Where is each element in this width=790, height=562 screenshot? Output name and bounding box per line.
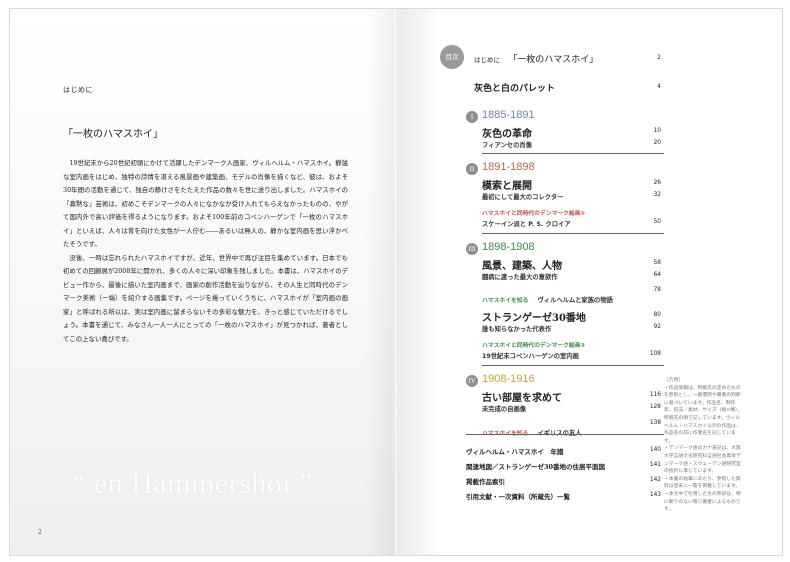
toc-badge: 目次 [440,45,464,69]
sub-4-2[interactable]: ハマスホイを知る イギリスの友人 [482,420,582,439]
section-rule [482,153,664,154]
sub-2-2[interactable]: ハマスホイと同時代のデンマーク絵画① [482,208,585,217]
note-heading: ［凡例］ [664,378,684,383]
page-number: 2 [38,529,42,536]
editorial-notes: ［凡例］ ・作品情報は、所蔵先の定めたものを原則とし、一部慣例や著者の判断に基づ… [664,377,744,514]
sub-3-3-page: 92 [653,324,661,330]
toc-intro-page: 2 [657,55,661,61]
note-item: ・本文中で引用した文の邦訳は、特に断りのない限り著者によるものです。 [664,491,741,513]
back-item-4[interactable]: 引用文献・一次資料（所蔵先）一覧 [466,491,570,501]
era-3: 1898-1908 [482,241,535,253]
sub-3-3[interactable]: 誰も知らなかった代表作 [482,324,551,333]
chapter-3[interactable]: 風景、建築、人物 [482,257,562,272]
gutter-band [396,9,438,555]
era-2: 1891-1898 [482,161,535,173]
era-1: 1885-1891 [482,109,535,121]
back-item-3-page: 142 [649,477,661,483]
back-item-3[interactable]: 掲載作品索引 [466,476,505,486]
chapter-2-page: 26 [653,180,661,186]
chapter-1-page: 10 [653,128,661,134]
gutter-shadow [365,9,395,555]
sub-2-3[interactable]: スケーイン派と P. S. クロイア [482,219,571,228]
section-rule [482,365,664,366]
sub-2-1[interactable]: 最初にして最大のコレクター [482,192,563,201]
sub-3-1[interactable]: 闘病に渡った最大の意欲作 [482,272,558,281]
sub-2-1-page: 32 [653,192,661,198]
chapter-3b-page: 80 [653,312,661,318]
toc-intro-label: はじめに [474,56,500,64]
intro-body: 19世紀末から20世紀初頭にかけて活躍したデンマーク人画家、ヴィルヘルム・ハマス… [63,157,348,346]
note-item: ・作品情報は、所蔵先の定めたものを原則とし、一部慣例や著者の判断に基づいています… [664,385,743,444]
intro-paragraph-1: 19世紀末から20世紀初頭にかけて活躍したデンマーク人画家、ヴィルヘルム・ハマス… [63,159,348,248]
chapter-2[interactable]: 模索と展開 [482,177,532,192]
note-item: ・本書の執筆にあたり、参照した資料は巻末に一覧を掲載しています。 [664,476,741,490]
sub-3-5[interactable]: 19世紀末コペンハーゲンの室内画 [482,351,579,360]
sub-3-2-text: ヴィルヘルムと家族の物語 [537,297,613,304]
sub-4-1-page: 128 [649,404,661,410]
back-item-1-page: 140 [649,447,661,453]
back-item-1[interactable]: ヴィルヘルム・ハマスホイ 年譜 [466,446,563,456]
back-item-4-page: 143 [649,492,661,498]
intro-paragraph-2: 没後、一時は忘れられたハマスホイですが、近年、世界中で再び注目を集めています。日… [63,253,348,343]
sub-3-5-page: 108 [649,351,661,357]
toc-palette-page: 4 [657,84,661,90]
section-rule [482,233,664,234]
chapter-3-page: 58 [653,260,661,266]
sub-3-1-page: 64 [653,272,661,278]
chapter-4[interactable]: 古い部屋を求めて [482,389,562,404]
section-badge-1: I [466,111,478,123]
chapter-1[interactable]: 灰色の革命 [482,125,532,140]
section-badge-2: II [466,163,478,175]
right-page-toc: 目次 はじめに 「一枚のハマスホイ」 2 灰色と白のパレット 4 I 1885-… [396,9,782,555]
section-rule [466,434,664,435]
sub-3-2-tag: ハマスホイを知る [482,298,529,304]
sub-1-1-page: 20 [653,140,661,146]
sub-4-1[interactable]: 未完成の自画像 [482,404,526,413]
sub-1-1[interactable]: フィアンセの肖像 [482,140,532,149]
chapter-3b[interactable]: ストランゲーゼ30番地 [482,309,586,324]
sub-2-3-page: 50 [653,219,661,225]
back-item-2[interactable]: 関連地図／ストランゲーゼ30番地の住居平面図 [466,461,605,471]
intro-heading: はじめに [63,86,93,94]
note-item: ・デンマーク語のカナ表記は、大阪大学言語文化研究科言語社会専攻デンマーク語・スウ… [664,446,741,475]
quote-text: “ en Hammershøi ” [72,467,313,500]
sub-3-2[interactable]: ハマスホイを知る ヴィルヘルムと家族の物語 [482,287,613,306]
toc-palette[interactable]: 灰色と白のパレット [474,81,555,94]
section-badge-3: III [466,243,478,255]
lead-title: 「一枚のハマスホイ」 [63,129,163,140]
book-spread: はじめに 「一枚のハマスホイ」 19世紀末から20世紀初頭にかけて活躍したデンマ… [9,8,783,556]
section-badge-4: IV [466,375,478,387]
sub-3-2-page: 78 [653,287,661,293]
sub-4-2-page: 138 [649,420,661,426]
sub-3-4[interactable]: ハマスホイと同時代のデンマーク絵画② [482,340,585,349]
toc-intro-title: 「一枚のハマスホイ」 [508,55,599,65]
era-4: 1908-1916 [482,373,535,385]
left-page: はじめに 「一枚のハマスホイ」 19世紀末から20世紀初頭にかけて活躍したデンマ… [10,9,395,555]
back-item-2-page: 141 [649,462,661,468]
chapter-4-page: 116 [649,392,661,398]
toc-intro[interactable]: はじめに 「一枚のハマスホイ」 [474,52,598,65]
